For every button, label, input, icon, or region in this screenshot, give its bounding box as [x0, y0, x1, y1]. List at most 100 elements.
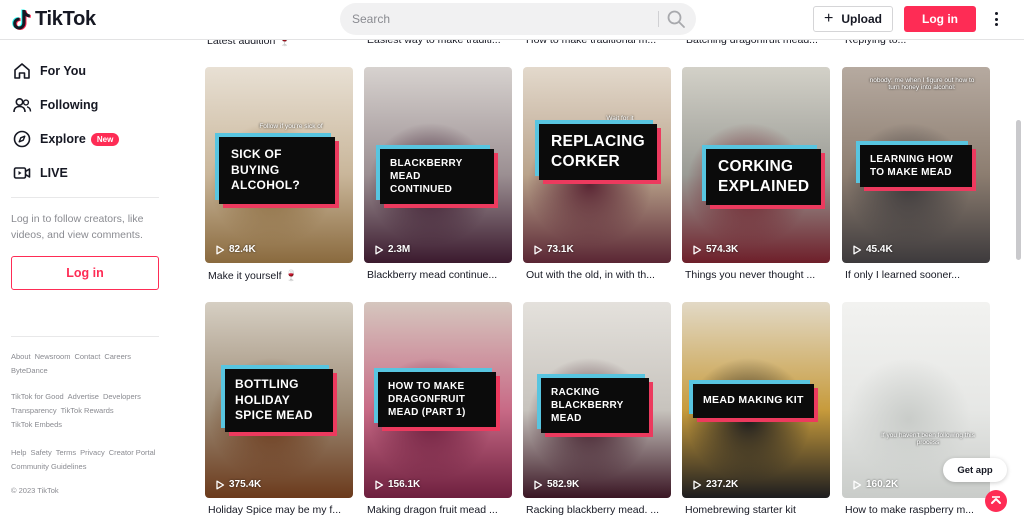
video-title-overlay: SICK OF BUYING ALCOHOL? — [219, 137, 335, 204]
footer-link[interactable]: Advertise — [68, 390, 99, 404]
view-count: 82.4K — [215, 244, 256, 255]
sidebar-item-live[interactable]: LIVE — [12, 161, 68, 185]
play-icon — [693, 245, 702, 254]
video-title-overlay: MEAD MAKING KIT — [693, 384, 814, 418]
play-icon — [216, 480, 225, 489]
sidebar-item-for-you[interactable]: For You — [12, 59, 86, 83]
logo-text: TikTok — [35, 8, 96, 30]
video-caption[interactable]: Out with the old, in with th... — [526, 269, 671, 281]
video-title-overlay: BOTTLING HOLIDAY SPICE MEAD — [225, 369, 333, 432]
more-options-icon[interactable] — [988, 8, 1004, 30]
video-caption[interactable]: Blackberry mead continue... — [367, 269, 512, 281]
footer-link[interactable]: TikTok Embeds — [11, 418, 62, 432]
play-icon — [693, 480, 702, 489]
upload-button[interactable]: + Upload — [813, 6, 893, 32]
play-icon — [853, 480, 862, 489]
video-caption[interactable]: How to make raspberry m... — [845, 504, 990, 516]
footer-link[interactable]: TikTok Rewards — [61, 404, 114, 418]
sidebar-item-explore[interactable]: Explore New — [12, 127, 120, 151]
footer-link[interactable]: Contact — [74, 350, 100, 364]
view-count: 2.3M — [374, 244, 410, 255]
video-thumbnail[interactable]: nobody: me when I figure out how to turn… — [842, 67, 990, 263]
footer-link[interactable]: Careers — [104, 350, 131, 364]
sidebar-item-label: LIVE — [40, 166, 68, 180]
footer-link[interactable]: Newsroom — [35, 350, 71, 364]
video-title-overlay: BLACKBERRY MEAD CONTINUED — [380, 149, 494, 204]
sidebar-item-label: Explore — [40, 132, 86, 146]
footer-link[interactable]: Safety — [30, 446, 51, 460]
view-count-text: 375.4K — [229, 479, 262, 490]
view-count: 574.3K — [692, 244, 738, 255]
view-count-text: 237.2K — [706, 479, 739, 490]
plus-icon: + — [823, 10, 834, 27]
view-count: 237.2K — [692, 479, 738, 490]
sidebar-item-following[interactable]: Following — [12, 93, 98, 117]
video-caption[interactable]: Holiday Spice may be my f... — [208, 504, 353, 516]
footer-link[interactable]: TikTok for Good — [11, 390, 64, 404]
arrow-up-icon — [991, 496, 1001, 504]
footer-link[interactable]: ByteDance — [11, 364, 48, 378]
footer-link[interactable]: Creator Portal — [109, 446, 156, 460]
video-title-overlay: REPLACING CORKER — [539, 124, 657, 181]
video-title-overlay: CORKING EXPLAINED — [706, 149, 822, 206]
search-bar — [340, 3, 696, 35]
search-icon — [667, 10, 685, 28]
video-thumbnail[interactable]: CORKING EXPLAINED 574.3K — [682, 67, 830, 263]
view-count-text: 582.9K — [547, 479, 580, 490]
play-icon — [375, 245, 384, 254]
copyright-text: © 2023 TikTok — [11, 486, 59, 495]
video-caption[interactable]: Homebrewing starter kit — [685, 504, 830, 516]
video-thumbnail[interactable]: Follow if you're sick of SICK OF BUYING A… — [205, 67, 353, 263]
footer-link[interactable]: About — [11, 350, 31, 364]
footer-link[interactable]: Developers — [103, 390, 141, 404]
view-count-text: 2.3M — [388, 244, 411, 255]
video-caption[interactable]: Making dragon fruit mead ... — [367, 504, 512, 516]
sidebar-item-label: For You — [40, 64, 87, 78]
login-prompt-text: Log in to follow creators, like videos, … — [11, 213, 144, 241]
play-icon — [534, 245, 543, 254]
video-title-overlay: LEARNING HOW TO MAKE MEAD — [860, 145, 972, 187]
video-thumbnail[interactable]: Wait for it REPLACING CORKER 73.1K — [523, 67, 671, 263]
page-scrollbar[interactable] — [1016, 120, 1021, 260]
video-title-overlay: HOW TO MAKE DRAGONFRUIT MEAD (PART 1) — [378, 372, 496, 427]
compass-icon — [13, 130, 31, 148]
tiktok-logo[interactable]: TikTok — [12, 8, 96, 31]
video-burned-in-text: If you haven't been following this proce… — [881, 432, 975, 446]
view-count: 160.2K — [852, 479, 898, 490]
sidebar: For You Following Explore New LIVE Log i… — [0, 40, 170, 516]
video-caption[interactable]: If only I learned sooner... — [845, 269, 990, 281]
view-count-text: 82.4K — [229, 244, 256, 255]
footer-link[interactable]: Community Guidelines — [11, 460, 86, 474]
video-thumbnail[interactable]: RACKING BLACKBERRY MEAD 582.9K — [523, 302, 671, 498]
sidebar-login-button[interactable]: Log in — [11, 256, 159, 290]
video-thumbnail[interactable]: MEAD MAKING KIT 237.2K — [682, 302, 830, 498]
sidebar-divider — [11, 197, 159, 198]
video-caption[interactable]: Things you never thought ... — [685, 269, 830, 281]
search-input[interactable] — [352, 3, 652, 35]
new-badge: New — [90, 132, 120, 146]
view-count: 73.1K — [533, 244, 574, 255]
view-count-text: 73.1K — [547, 244, 574, 255]
footer-links-programs: TikTok for Good Advertise Developers Transp… — [11, 390, 161, 432]
video-thumbnail[interactable]: BOTTLING HOLIDAY SPICE MEAD 375.4K — [205, 302, 353, 498]
live-icon — [13, 167, 31, 179]
video-caption[interactable]: Make it yourself 🍷 — [208, 269, 353, 282]
footer-links-company: About Newsroom Contact Careers ByteDance — [11, 350, 161, 378]
scroll-to-top-button[interactable] — [985, 490, 1007, 512]
view-count: 582.9K — [533, 479, 579, 490]
footer-link[interactable]: Terms — [56, 446, 76, 460]
play-icon — [534, 480, 543, 489]
video-thumbnail[interactable]: HOW TO MAKE DRAGONFRUIT MEAD (PART 1) 156… — [364, 302, 512, 498]
video-caption[interactable]: Racking blackberry mead. ... — [526, 504, 671, 516]
view-count: 156.1K — [374, 479, 420, 490]
sidebar-item-label: Following — [40, 98, 99, 112]
footer-link[interactable]: Privacy — [80, 446, 105, 460]
search-button[interactable] — [666, 9, 688, 29]
top-header: TikTok + Upload Log in — [0, 0, 1024, 40]
header-login-button[interactable]: Log in — [904, 6, 976, 32]
footer-link[interactable]: Transparency — [11, 404, 57, 418]
following-icon — [13, 97, 32, 113]
get-app-button[interactable]: Get app — [943, 458, 1007, 482]
footer-link[interactable]: Help — [11, 446, 26, 460]
video-thumbnail[interactable]: BLACKBERRY MEAD CONTINUED 2.3M — [364, 67, 512, 263]
